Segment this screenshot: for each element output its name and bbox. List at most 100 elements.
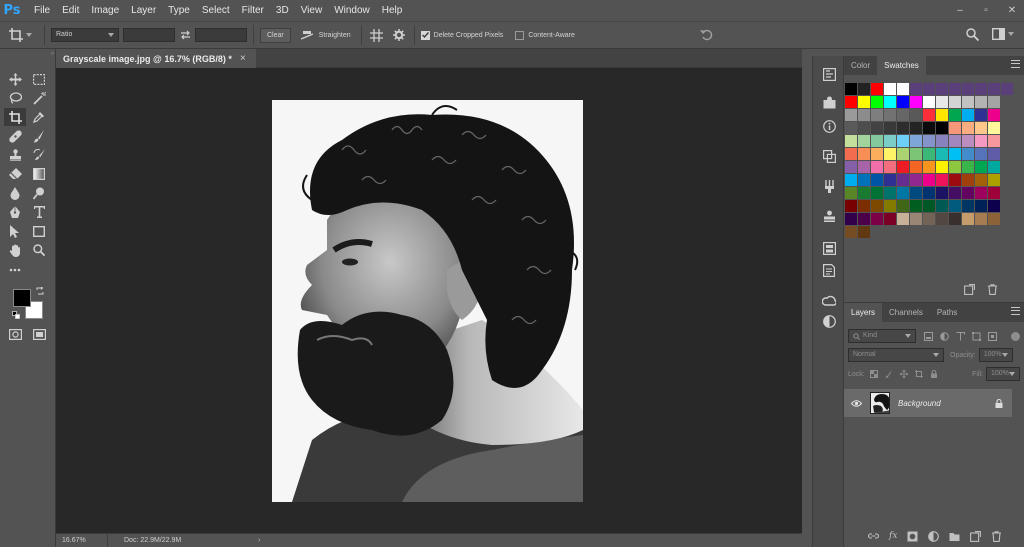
color-swatch[interactable] [936,109,948,121]
edit-toolbar-button[interactable] [4,261,26,279]
brush-tool[interactable] [28,127,50,145]
color-swatch[interactable] [884,122,896,134]
quick-mask-button[interactable] [4,325,26,343]
dodge-tool[interactable] [28,184,50,202]
filter-kind-select[interactable]: Kind [848,329,916,343]
eraser-tool[interactable] [4,165,26,183]
color-swatch[interactable] [988,187,1000,199]
color-swatch[interactable] [962,148,974,160]
content-aware-checkbox[interactable]: Content-Aware [515,30,575,40]
color-swatch[interactable] [1001,83,1013,95]
eyedropper-tool[interactable] [28,108,50,126]
opacity-input[interactable]: 100% [978,348,1013,362]
tab-color[interactable]: Color [844,56,877,75]
color-swatch[interactable] [936,96,948,108]
color-swatch[interactable] [936,83,948,95]
blend-mode-select[interactable]: Normal [848,348,944,362]
color-swatch[interactable] [923,148,935,160]
add-mask-icon[interactable] [907,531,918,542]
menu-file[interactable]: File [24,0,56,21]
hand-tool[interactable] [4,241,26,259]
color-swatch[interactable] [845,187,857,199]
tab-swatches[interactable]: Swatches [877,56,926,75]
trash-icon[interactable] [987,284,998,295]
color-swatch[interactable] [871,187,883,199]
color-swatch[interactable] [871,148,883,160]
color-swatch[interactable] [897,135,909,147]
color-swatch[interactable] [962,200,974,212]
color-swatch[interactable] [897,161,909,173]
color-swatch[interactable] [858,200,870,212]
color-swatch[interactable] [845,109,857,121]
color-swatch[interactable] [897,122,909,134]
color-swatch[interactable] [884,96,896,108]
ratio-select[interactable]: Ratio [51,28,119,42]
color-swatch[interactable] [936,148,948,160]
color-swatch[interactable] [858,148,870,160]
color-swatch[interactable] [962,96,974,108]
color-swatch[interactable] [988,109,1000,121]
color-swatch[interactable] [858,135,870,147]
status-menu-arrow[interactable]: › [258,537,260,544]
color-swatch[interactable] [858,96,870,108]
color-swatch[interactable] [845,96,857,108]
info-panel-button[interactable] [821,118,837,134]
color-swatch[interactable] [962,135,974,147]
color-swatch[interactable] [923,174,935,186]
color-swatch[interactable] [897,213,909,225]
color-swatch[interactable] [871,213,883,225]
color-swatch[interactable] [936,122,948,134]
pen-tool[interactable] [4,203,26,221]
color-swatch[interactable] [910,213,922,225]
color-swatch[interactable] [923,200,935,212]
tab-layers[interactable]: Layers [844,303,883,322]
clear-button[interactable]: Clear [260,27,291,43]
color-swatch[interactable] [975,174,987,186]
color-swatch[interactable] [949,122,961,134]
move-tool[interactable] [4,70,26,88]
color-swatch[interactable] [910,109,922,121]
default-colors-button[interactable] [12,311,20,319]
adjustments-panel-button[interactable] [821,313,837,329]
color-swatch[interactable] [962,187,974,199]
lock-transparent-icon[interactable] [869,370,878,378]
workspace-switcher[interactable] [992,28,1014,40]
color-swatch[interactable] [962,122,974,134]
lock-position-icon[interactable] [899,370,908,378]
color-swatch[interactable] [910,174,922,186]
menu-edit[interactable]: Edit [56,0,85,21]
menu-select[interactable]: Select [196,0,236,21]
color-swatch[interactable] [988,213,1000,225]
swatches-menu-icon[interactable] [1011,60,1020,68]
fill-input[interactable]: 100% [986,367,1020,381]
color-swatch[interactable] [923,161,935,173]
color-swatch[interactable] [884,213,896,225]
color-swatch[interactable] [910,200,922,212]
new-adjustment-layer-icon[interactable] [928,531,940,542]
color-swatch[interactable] [975,187,987,199]
color-swatch[interactable] [910,187,922,199]
color-swatch[interactable] [845,226,857,238]
color-swatch[interactable] [962,109,974,121]
restore-button[interactable]: ▫ [980,5,992,16]
color-swatch[interactable] [858,122,870,134]
filter-toggle[interactable] [1011,331,1020,341]
layer-visibility-toggle[interactable] [846,399,866,407]
color-swatch[interactable] [910,96,922,108]
color-swatch[interactable] [923,83,935,95]
color-swatch[interactable] [884,109,896,121]
color-swatch[interactable] [871,135,883,147]
color-swatch[interactable] [936,187,948,199]
color-swatch[interactable] [949,135,961,147]
color-swatch[interactable] [949,148,961,160]
screen-mode-button[interactable] [28,325,50,343]
layer-row[interactable]: Background [844,389,1012,417]
swap-colors-button[interactable] [36,287,44,295]
color-swatch[interactable] [949,109,961,121]
color-swatch[interactable] [858,161,870,173]
color-swatch[interactable] [988,174,1000,186]
color-swatch[interactable] [988,161,1000,173]
color-swatch[interactable] [884,83,896,95]
color-swatch[interactable] [858,226,870,238]
color-swatch[interactable] [897,174,909,186]
